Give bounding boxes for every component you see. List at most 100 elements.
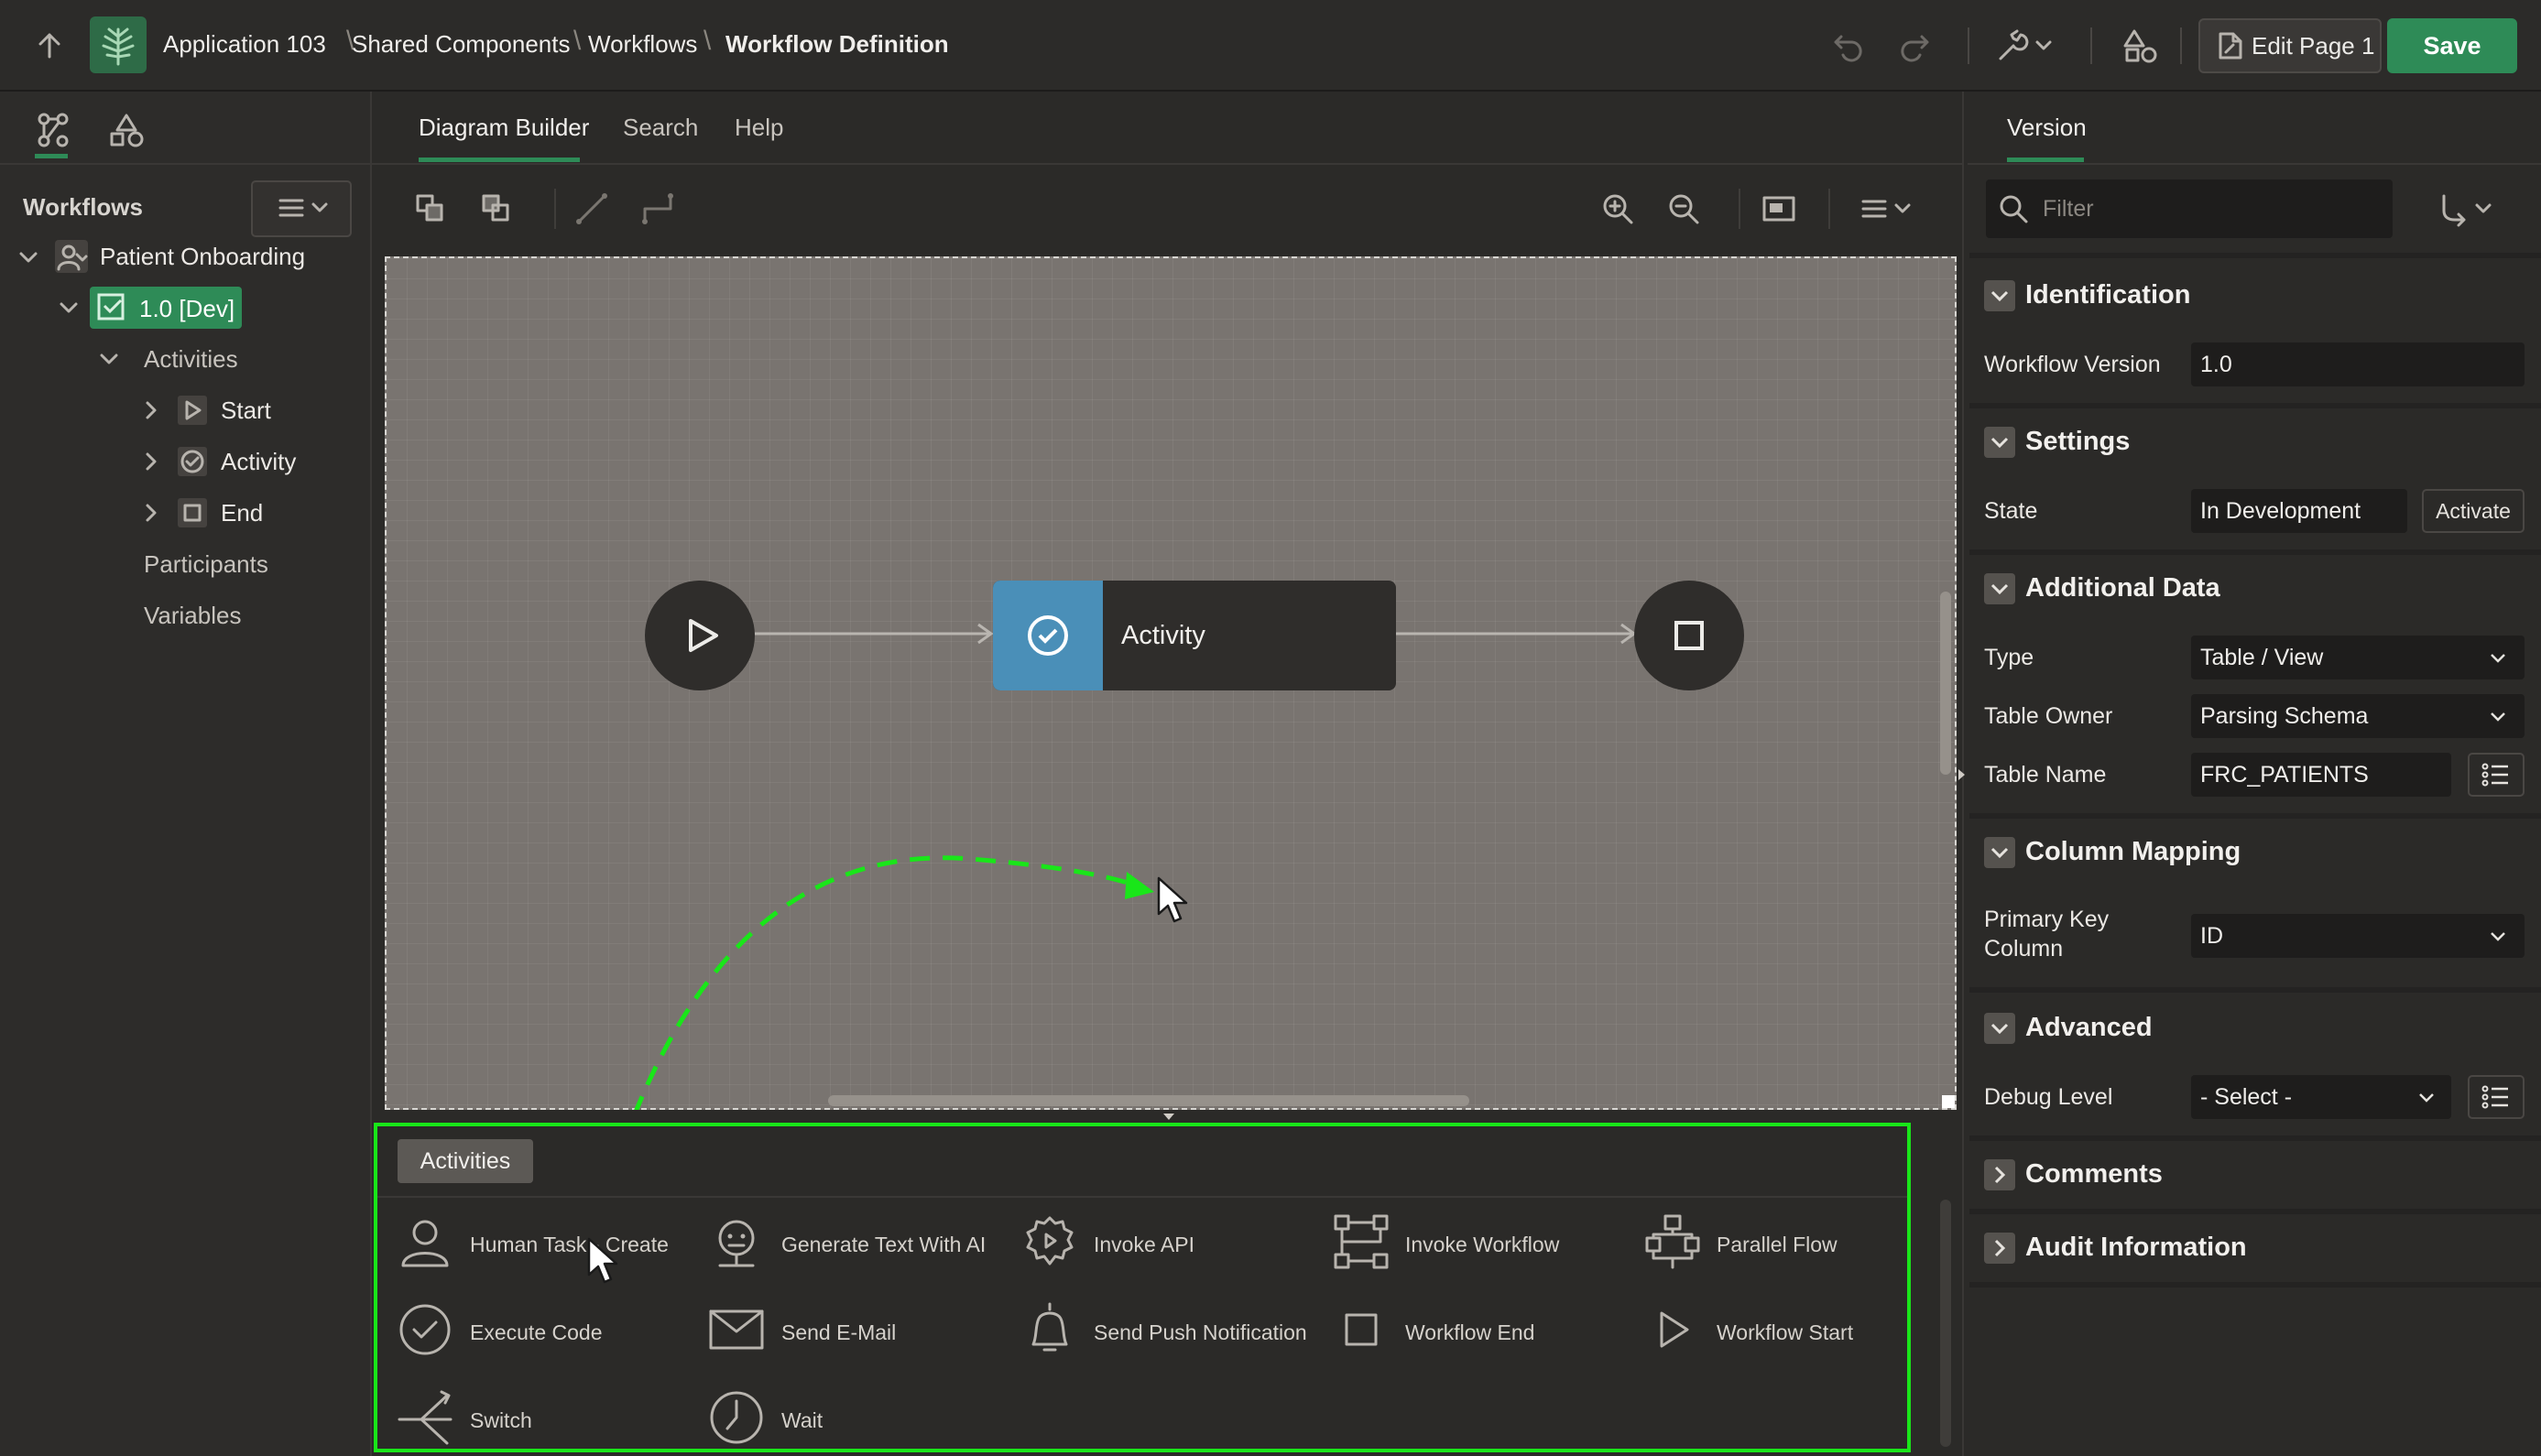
palette-item-send-push-notification[interactable]: Send Push Notification [1094, 1320, 1307, 1345]
debug-level-lov-button[interactable] [2468, 1075, 2525, 1119]
tree-item-end[interactable]: End [221, 499, 263, 527]
divider [1969, 1135, 2541, 1141]
goto-menu-icon[interactable] [2437, 190, 2501, 227]
filter-input[interactable]: Filter [1986, 179, 2393, 238]
diagram-menu-icon[interactable] [1858, 190, 1918, 227]
wrench-menu-icon[interactable] [1993, 27, 2057, 64]
palette-item-execute-code[interactable]: Execute Code [470, 1320, 602, 1345]
activity-node-label: Activity [1121, 621, 1205, 650]
app-logo-icon[interactable] [90, 16, 147, 73]
palette-item-invoke-workflow[interactable]: Invoke Workflow [1405, 1233, 1559, 1257]
palette-splitter-handle[interactable] [1160, 1112, 1178, 1123]
palette-item-generate-text-ai[interactable]: Generate Text With AI [781, 1233, 986, 1257]
type-select[interactable]: Table / View [2191, 636, 2525, 679]
workflow-icon [1332, 1212, 1390, 1271]
palette-item-invoke-api[interactable]: Invoke API [1094, 1233, 1194, 1257]
expand-chevron-icon[interactable] [1984, 1159, 2015, 1190]
tab-diagram-builder[interactable]: Diagram Builder [419, 114, 589, 142]
shapes-tab-icon[interactable] [108, 112, 145, 148]
workflows-menu-button[interactable] [251, 180, 352, 237]
table-name-field[interactable]: FRC_PATIENTS [2191, 753, 2451, 797]
canvas-horizontal-scrollbar[interactable] [828, 1095, 1469, 1106]
collapse-chevron-icon[interactable] [1984, 573, 2015, 604]
tab-help[interactable]: Help [735, 114, 783, 142]
palette-tab-activities[interactable]: Activities [398, 1139, 533, 1183]
save-button[interactable]: Save [2387, 18, 2517, 73]
collapse-chevron-icon[interactable] [1984, 1013, 2015, 1044]
straight-connector-icon[interactable] [573, 190, 610, 227]
breadcrumb-separator: \ [573, 26, 582, 56]
bring-front-icon[interactable] [412, 190, 449, 227]
chevron-down-icon[interactable] [16, 245, 40, 269]
zoom-in-icon[interactable] [1599, 190, 1636, 227]
diagram-start-node[interactable] [645, 581, 755, 690]
tree-item-activities[interactable]: Activities [144, 345, 238, 374]
state-field[interactable]: In Development [2191, 489, 2407, 533]
breadcrumb-item[interactable]: Workflows [588, 30, 697, 59]
diagram-activity-node[interactable]: Activity [993, 581, 1396, 690]
send-back-icon[interactable] [478, 190, 515, 227]
section-column-mapping-title[interactable]: Column Mapping [2025, 837, 2241, 867]
up-arrow-icon[interactable] [33, 29, 66, 62]
chevron-right-icon[interactable] [139, 398, 163, 422]
elbow-connector-icon[interactable] [639, 190, 676, 227]
tab-search[interactable]: Search [623, 114, 698, 142]
tree-item-variables[interactable]: Variables [144, 602, 241, 630]
debug-level-select[interactable]: - Select - [2191, 1075, 2451, 1119]
edit-page-button[interactable]: Edit Page 1 [2198, 18, 2382, 73]
canvas-vertical-scrollbar[interactable] [1940, 592, 1951, 775]
tree-item-patient-onboarding[interactable]: Patient Onboarding [100, 243, 305, 271]
palette-item-switch[interactable]: Switch [470, 1408, 532, 1433]
state-value: In Development [2200, 497, 2361, 524]
chevron-down-icon [2491, 654, 2505, 663]
palette-item-human-task-create[interactable]: Human Task - Create [470, 1233, 669, 1257]
tree-item-activity[interactable]: Activity [221, 448, 296, 476]
table-name-lov-button[interactable] [2468, 753, 2525, 797]
tree-item-start[interactable]: Start [221, 397, 271, 425]
section-advanced-title[interactable]: Advanced [2025, 1013, 2153, 1043]
play-icon [176, 394, 209, 427]
chevron-down-icon[interactable] [97, 347, 121, 371]
redo-icon[interactable] [1896, 27, 1933, 64]
canvas-resize-handle[interactable] [1942, 1095, 1955, 1108]
tree-view-icon[interactable] [35, 112, 71, 148]
palette-item-send-email[interactable]: Send E-Mail [781, 1320, 896, 1345]
section-additional-data-title[interactable]: Additional Data [2025, 573, 2220, 603]
collapse-chevron-icon[interactable] [1984, 280, 2015, 311]
chevron-right-icon[interactable] [139, 450, 163, 473]
tree-item-version-selected[interactable]: 1.0 [Dev] [90, 287, 242, 329]
section-settings-title[interactable]: Settings [2025, 427, 2130, 457]
diagram-end-node[interactable] [1634, 581, 1744, 690]
primary-key-select[interactable]: ID [2191, 914, 2525, 958]
state-label: State [1984, 498, 2038, 524]
expand-chevron-icon[interactable] [1984, 1233, 2015, 1264]
chevron-right-icon[interactable] [139, 501, 163, 525]
section-comments-title[interactable]: Comments [2025, 1159, 2163, 1190]
activate-button[interactable]: Activate [2422, 489, 2525, 533]
breadcrumb-item[interactable]: Shared Components [352, 30, 570, 59]
search-icon [2000, 195, 2028, 223]
section-audit-information-title[interactable]: Audit Information [2025, 1233, 2247, 1263]
workflow-version-field[interactable]: 1.0 [2191, 342, 2525, 386]
shapes-icon[interactable] [2121, 27, 2158, 64]
palette-item-workflow-end[interactable]: Workflow End [1405, 1320, 1534, 1345]
collapse-chevron-icon[interactable] [1984, 837, 2015, 868]
tree-item-participants[interactable]: Participants [144, 550, 268, 579]
palette-item-wait[interactable]: Wait [781, 1408, 823, 1433]
collapse-chevron-icon[interactable] [1984, 427, 2015, 458]
palette-item-parallel-flow[interactable]: Parallel Flow [1717, 1233, 1838, 1257]
workflows-heading: Workflows [23, 193, 143, 221]
section-identification-title[interactable]: Identification [2025, 280, 2190, 310]
undo-icon[interactable] [1830, 27, 1867, 64]
table-owner-select[interactable]: Parsing Schema [2191, 694, 2525, 738]
chevron-down-icon[interactable] [57, 296, 81, 320]
zoom-out-icon[interactable] [1665, 190, 1702, 227]
palette-item-workflow-start[interactable]: Workflow Start [1717, 1320, 1853, 1345]
tab-version[interactable]: Version [2007, 114, 2087, 142]
fit-view-icon[interactable] [1761, 190, 1797, 227]
check-circle-icon [396, 1300, 454, 1359]
gear-icon [1020, 1212, 1079, 1271]
divider [1969, 253, 2541, 258]
breadcrumb-item[interactable]: Application 103 [163, 30, 326, 59]
palette-scrollbar[interactable] [1940, 1200, 1951, 1447]
